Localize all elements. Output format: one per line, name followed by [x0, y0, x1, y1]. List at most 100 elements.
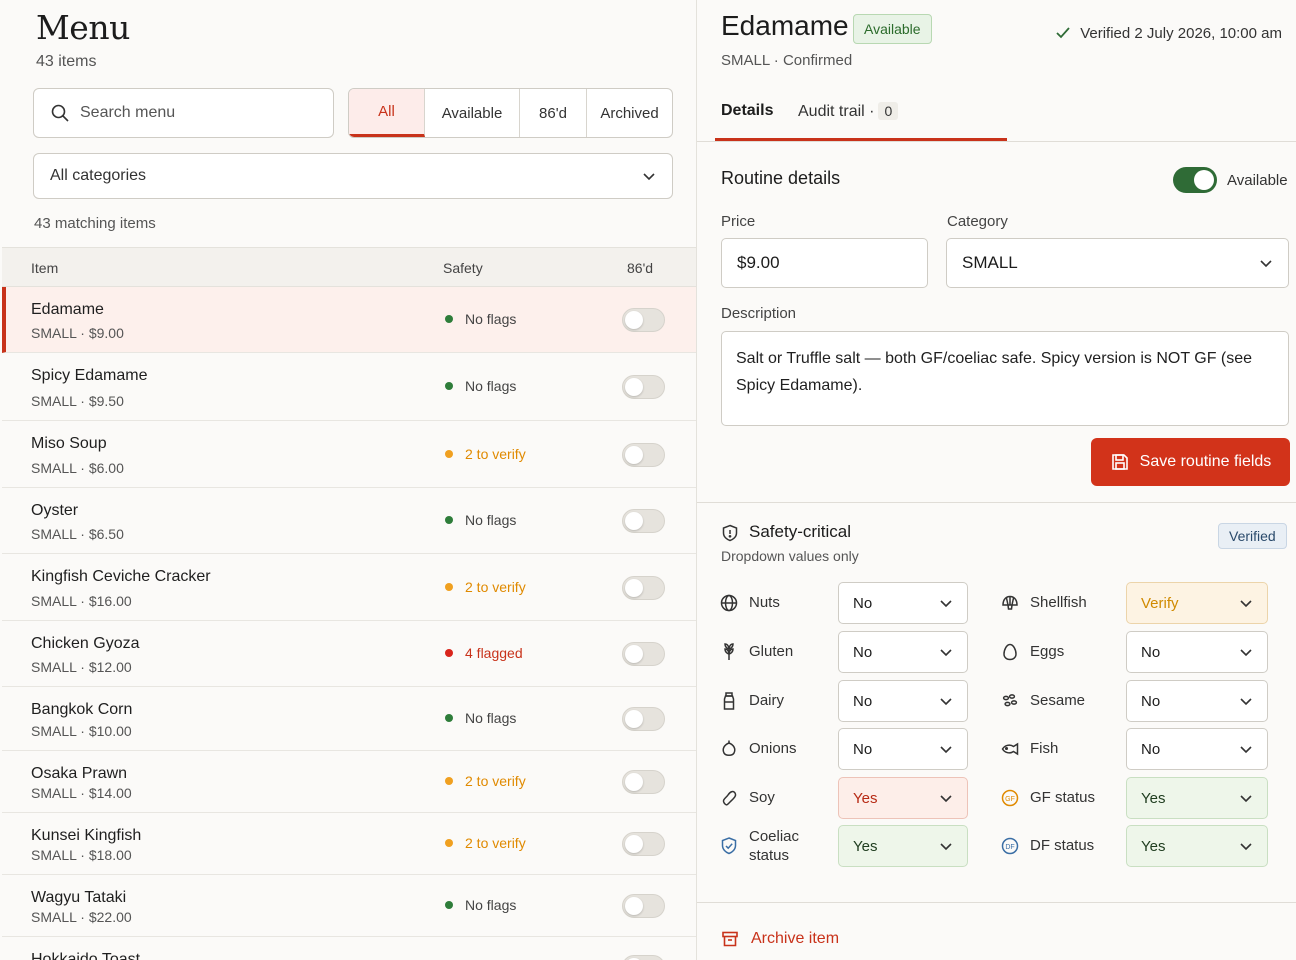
- safety-status-text: 2 to verify: [465, 835, 526, 851]
- eightysix-toggle[interactable]: [622, 575, 665, 600]
- eightysix-toggle[interactable]: [622, 308, 665, 332]
- price-input[interactable]: $9.00: [721, 238, 928, 288]
- safety-status: 2 to verify: [445, 773, 526, 789]
- archive-item-label: Archive item: [751, 930, 840, 947]
- safety-status: No flags: [445, 897, 516, 913]
- allergen-value: No: [853, 594, 873, 612]
- bean-icon: [722, 790, 737, 806]
- filter-archived[interactable]: Archived: [587, 89, 672, 137]
- allergen-select[interactable]: Yes: [1126, 777, 1268, 819]
- eightysix-toggle[interactable]: [622, 832, 665, 856]
- chevron-down-icon: [1240, 843, 1252, 851]
- status-dot-icon: [445, 315, 453, 323]
- allergen-select[interactable]: No: [838, 582, 968, 624]
- chevron-down-icon: [1240, 698, 1252, 706]
- eightysix-toggle[interactable]: [622, 707, 665, 731]
- filter-all[interactable]: All: [349, 89, 425, 137]
- menu-row[interactable]: Oyster SMALL · $6.50 No flags: [2, 488, 696, 554]
- allergen-label: DF status: [1030, 837, 1095, 854]
- globe-icon: [720, 594, 738, 612]
- allergen-label: Sesame: [1030, 692, 1086, 709]
- category-filter-value: All categories: [50, 167, 147, 184]
- chevron-down-icon: [643, 173, 655, 181]
- allergen-select[interactable]: No: [1126, 631, 1268, 673]
- safety-status-text: 2 to verify: [465, 578, 526, 595]
- menu-row-meta: SMALL · $6.00: [31, 460, 124, 476]
- column-86d: 86'd: [627, 260, 654, 276]
- status-dot-icon: [445, 516, 453, 524]
- search-icon: [51, 104, 69, 122]
- allergen-value: Yes: [1141, 837, 1166, 855]
- allergen-select[interactable]: Yes: [1126, 825, 1268, 867]
- section-divider: [697, 502, 1296, 503]
- eightysix-toggle[interactable]: [622, 770, 665, 794]
- allergen-label: Coeliac status: [749, 828, 800, 864]
- chevron-down-icon: [940, 698, 952, 706]
- safety-status-text: 2 to verify: [465, 445, 526, 462]
- tab-audit-trail[interactable]: Audit trail · 0: [798, 102, 899, 135]
- status-dot-icon: [445, 582, 453, 591]
- detail-panel: Edamame Available Verified 2 July 2026, …: [697, 0, 1296, 960]
- egg-icon: [1003, 643, 1017, 661]
- safety-status: No flags: [445, 512, 516, 528]
- status-dot-icon: [445, 714, 453, 722]
- eightysix-toggle[interactable]: [622, 442, 665, 467]
- allergen-select[interactable]: No: [838, 631, 968, 673]
- allergen-select[interactable]: Yes: [838, 825, 968, 867]
- menu-row[interactable]: Osaka Prawn SMALL · $14.00 2 to verify: [2, 751, 696, 813]
- eightysix-toggle[interactable]: [622, 642, 665, 666]
- chevron-down-icon: [1240, 600, 1252, 608]
- menu-row-name: Wagyu Tataki: [31, 889, 127, 906]
- menu-row-meta: SMALL · $22.00: [31, 909, 132, 925]
- eightysix-toggle[interactable]: [622, 955, 665, 960]
- column-item: Item: [31, 260, 59, 276]
- save-routine-button[interactable]: Save routine fields: [1091, 438, 1290, 486]
- menu-row[interactable]: Miso Soup SMALL · $6.00 2 to verify: [2, 421, 696, 488]
- menu-row[interactable]: Kingfish Ceviche Cracker SMALL · $16.00 2 …: [2, 554, 696, 621]
- search-input[interactable]: [80, 104, 320, 122]
- allergen-select[interactable]: No: [1126, 728, 1268, 770]
- menu-row[interactable]: Hokkaido Toast: [2, 937, 696, 960]
- menu-row[interactable]: Edamame SMALL · $9.00 No flags: [2, 287, 696, 353]
- description-textarea[interactable]: Salt or Truffle salt — both GF/coeliac s…: [721, 331, 1289, 426]
- eightysix-toggle[interactable]: [622, 894, 665, 918]
- save-icon: [1111, 454, 1128, 470]
- chevron-down-icon: [940, 600, 952, 608]
- allergen-select[interactable]: Verify: [1126, 582, 1268, 624]
- safety-status: 2 to verify: [445, 579, 526, 595]
- allergen-value: Yes: [1141, 789, 1166, 807]
- filter-86d[interactable]: 86'd: [520, 89, 587, 137]
- search-box[interactable]: [33, 88, 334, 138]
- allergen-select[interactable]: Yes: [838, 777, 968, 819]
- eightysix-toggle[interactable]: [622, 509, 665, 533]
- allergen-select[interactable]: No: [838, 680, 968, 722]
- menu-row-name: Edamame: [31, 301, 104, 318]
- category-select[interactable]: SMALL: [946, 238, 1289, 288]
- chevron-down-icon: [1240, 746, 1252, 754]
- menu-row[interactable]: Wagyu Tataki SMALL · $22.00 No flags: [2, 875, 696, 937]
- menu-row[interactable]: Spicy Edamame SMALL · $9.50 No flags: [2, 353, 696, 421]
- status-dot-icon: [445, 449, 453, 458]
- item-title: Edamame: [721, 10, 849, 41]
- menu-row[interactable]: Kunsei Kingfish SMALL · $18.00 2 to verify: [2, 813, 696, 875]
- allergen-label: Dairy: [749, 692, 785, 709]
- shield-check-icon: [721, 837, 737, 855]
- eightysix-toggle[interactable]: [622, 375, 665, 399]
- menu-row-name: Chicken Gyoza: [31, 635, 140, 652]
- archive-item-button[interactable]: Archive item: [721, 930, 839, 948]
- tab-details[interactable]: Details: [721, 102, 773, 134]
- menu-row[interactable]: Chicken Gyoza SMALL · $12.00 4 flagged: [2, 621, 696, 687]
- allergen-select[interactable]: No: [838, 728, 968, 770]
- menu-row-meta: SMALL · $12.00: [31, 659, 132, 675]
- menu-panel: Menu 43 items All Available 86'd Archive…: [0, 0, 697, 960]
- allergen-select[interactable]: No: [1126, 680, 1268, 722]
- category-filter-select[interactable]: All categories: [33, 153, 673, 199]
- menu-row-meta: SMALL · $10.00: [31, 723, 132, 739]
- menu-row-name: Osaka Prawn: [31, 765, 128, 782]
- shell-icon: [1002, 595, 1018, 610]
- filter-available[interactable]: Available: [425, 89, 520, 137]
- available-toggle[interactable]: [1173, 167, 1217, 193]
- menu-row[interactable]: Bangkok Corn SMALL · $10.00 No flags: [2, 687, 696, 751]
- wheat-icon: [724, 643, 734, 660]
- status-dot-icon: [445, 839, 453, 847]
